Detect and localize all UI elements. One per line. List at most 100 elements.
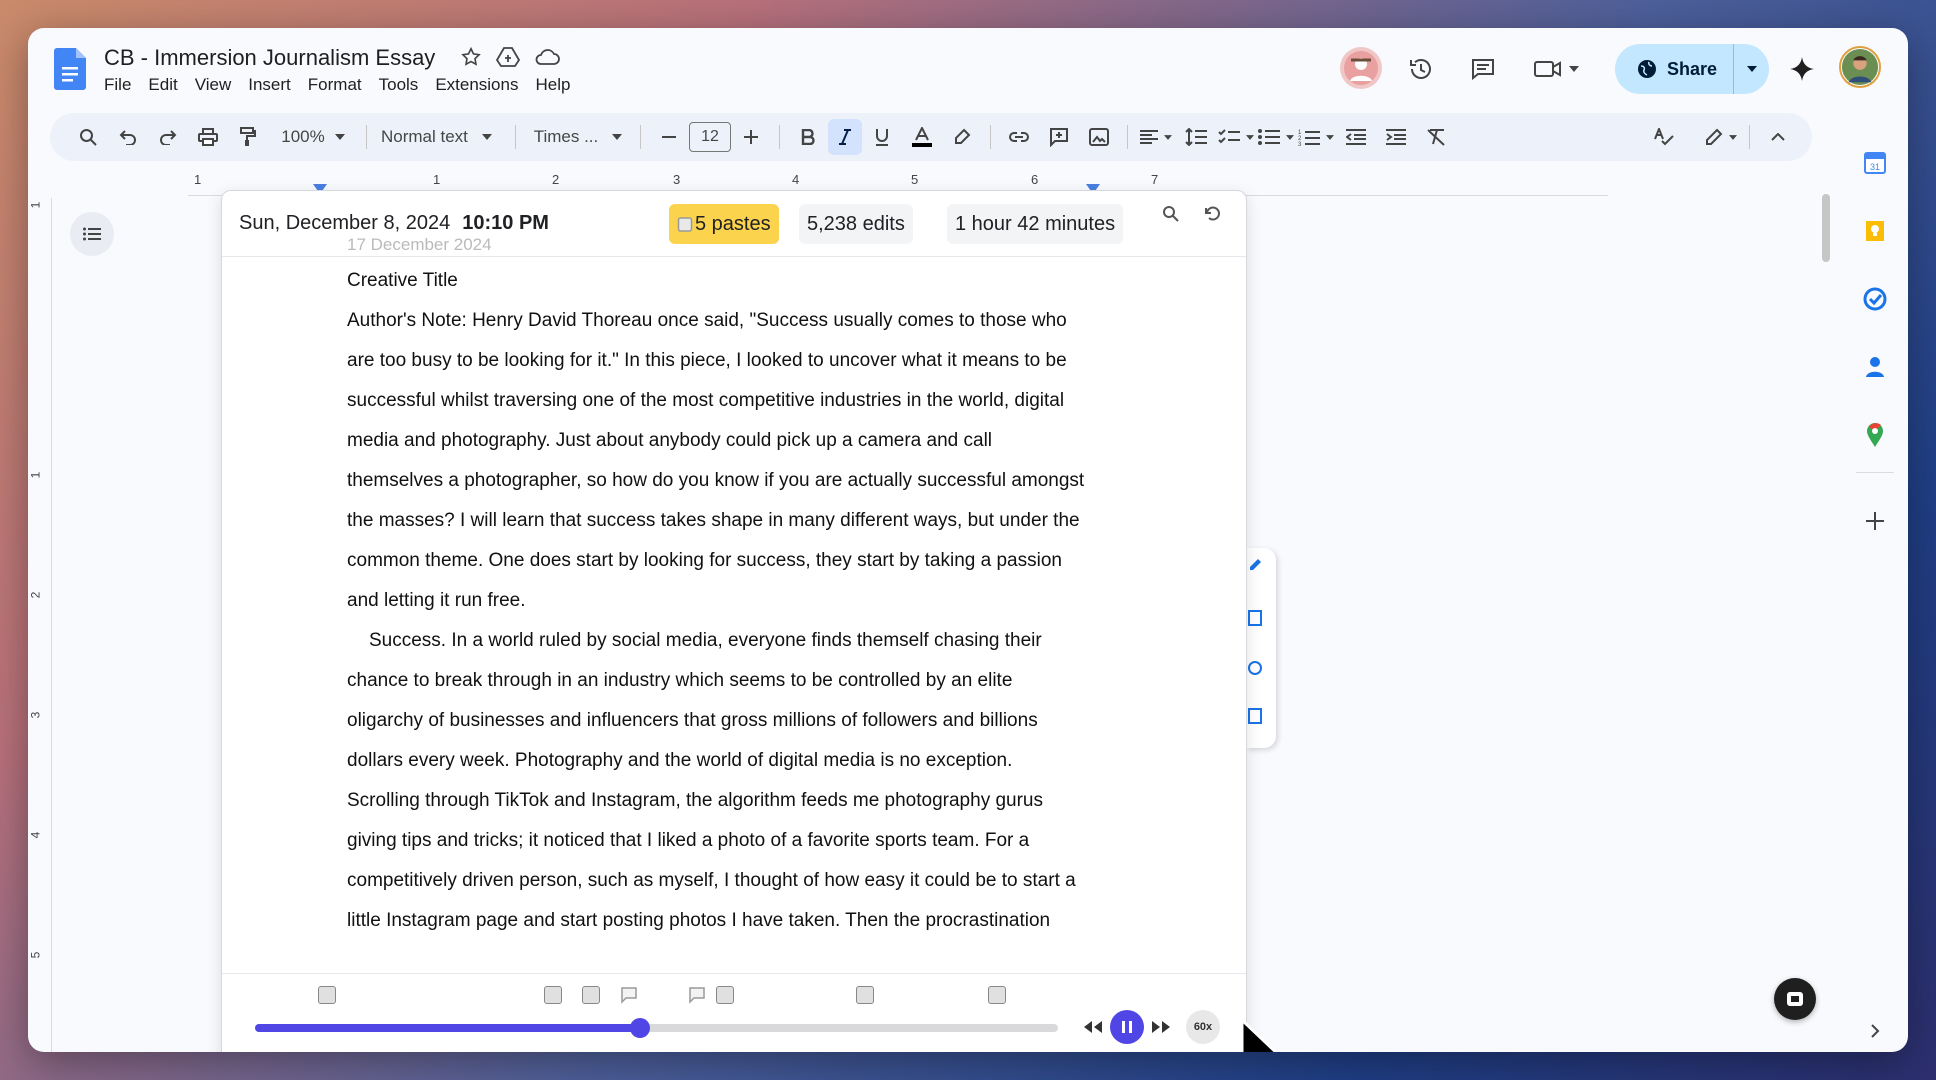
paste-marker[interactable] xyxy=(582,986,600,1004)
numbered-list-button[interactable]: 123 xyxy=(1296,119,1336,155)
maps-app-button[interactable] xyxy=(1860,420,1890,450)
comments-button[interactable] xyxy=(1462,48,1504,90)
insert-comment-button[interactable] xyxy=(1039,119,1079,155)
redo-button[interactable] xyxy=(148,119,188,155)
italic-button[interactable] xyxy=(828,119,862,155)
hide-menus-button[interactable] xyxy=(1758,119,1798,155)
menu-edit[interactable]: Edit xyxy=(148,75,177,95)
paste-marker[interactable] xyxy=(544,986,562,1004)
plus-icon xyxy=(744,130,758,144)
cloud-saved-icon[interactable] xyxy=(534,47,560,67)
paste-marker[interactable] xyxy=(856,986,874,1004)
contacts-app-button[interactable] xyxy=(1860,352,1890,382)
playback-speed-button[interactable]: 60x xyxy=(1186,1010,1220,1044)
paste-marker[interactable] xyxy=(318,986,336,1004)
font-size-input[interactable]: 12 xyxy=(689,122,731,152)
pastes-badge[interactable]: 5 pastes xyxy=(669,204,779,244)
show-side-panel-button[interactable] xyxy=(1860,1016,1890,1046)
line-spacing-button[interactable] xyxy=(1176,119,1216,155)
comment-add-icon[interactable] xyxy=(1248,610,1262,626)
print-button[interactable] xyxy=(188,119,228,155)
share-dropdown[interactable] xyxy=(1733,44,1769,94)
zoom-icon[interactable] xyxy=(1162,205,1180,223)
line-spacing-icon xyxy=(1185,128,1207,146)
comment-marker-icon[interactable] xyxy=(620,986,638,1004)
editing-mode-button[interactable] xyxy=(1701,119,1741,155)
font-select[interactable]: Times ... xyxy=(524,119,632,155)
vertical-ruler[interactable]: 1 1 2 3 4 5 xyxy=(28,198,52,1052)
decrease-indent-button[interactable] xyxy=(1336,119,1376,155)
italic-icon xyxy=(839,129,851,145)
decrease-font-size-button[interactable] xyxy=(649,119,689,155)
fast-forward-icon[interactable] xyxy=(1150,1020,1172,1034)
align-button[interactable] xyxy=(1136,119,1176,155)
keep-app-button[interactable] xyxy=(1860,216,1890,246)
paint-format-button[interactable] xyxy=(228,119,268,155)
highlight-button[interactable] xyxy=(942,119,982,155)
underline-icon xyxy=(876,129,888,146)
underline-button[interactable] xyxy=(862,119,902,155)
increase-font-size-button[interactable] xyxy=(731,119,771,155)
paste-marker[interactable] xyxy=(716,986,734,1004)
version-history-button[interactable] xyxy=(1400,48,1442,90)
pause-button[interactable] xyxy=(1110,1010,1144,1044)
suggest-edits-icon[interactable] xyxy=(1248,708,1262,724)
checklist-button[interactable] xyxy=(1216,119,1256,155)
pastes-count: 5 pastes xyxy=(695,212,771,235)
emoji-icon[interactable] xyxy=(1248,660,1262,676)
star-icon[interactable] xyxy=(460,46,482,68)
move-to-drive-icon[interactable] xyxy=(496,46,520,68)
svg-text:31: 31 xyxy=(1870,162,1880,172)
bulleted-list-button[interactable] xyxy=(1256,119,1296,155)
increase-indent-button[interactable] xyxy=(1376,119,1416,155)
paste-marker[interactable] xyxy=(988,986,1006,1004)
timeline-scrubber[interactable] xyxy=(630,1018,651,1038)
insert-image-button[interactable] xyxy=(1079,119,1119,155)
collaborator-avatar[interactable] xyxy=(1340,47,1382,89)
account-avatar[interactable] xyxy=(1839,46,1881,88)
tasks-app-button[interactable] xyxy=(1860,284,1890,314)
menu-file[interactable]: File xyxy=(104,75,131,95)
docs-logo-icon[interactable] xyxy=(54,48,86,90)
reset-icon[interactable] xyxy=(1204,205,1222,223)
toolbar-divider xyxy=(515,125,516,149)
meet-button[interactable] xyxy=(1533,58,1579,80)
menu-format[interactable]: Format xyxy=(308,75,362,95)
undo-button[interactable] xyxy=(108,119,148,155)
bulleted-list-icon xyxy=(1258,129,1280,145)
bold-button[interactable] xyxy=(788,119,828,155)
share-button[interactable]: Share xyxy=(1615,44,1769,94)
comment-marker-icon[interactable] xyxy=(688,986,706,1004)
rewind-icon[interactable] xyxy=(1082,1020,1104,1034)
add-addon-button[interactable] xyxy=(1860,506,1890,536)
search-menus-button[interactable] xyxy=(68,119,108,155)
ruler-label: 7 xyxy=(1151,172,1159,187)
globe-icon xyxy=(1638,60,1656,78)
edit-icon[interactable] xyxy=(1248,558,1262,572)
gemini-button[interactable] xyxy=(1781,48,1823,90)
ruler-label: 4 xyxy=(792,172,800,187)
text-color-button[interactable] xyxy=(902,119,942,155)
svg-text:3: 3 xyxy=(1298,142,1302,146)
menu-help[interactable]: Help xyxy=(535,75,570,95)
clear-formatting-button[interactable] xyxy=(1416,119,1456,155)
document-title[interactable]: CB - Immersion Journalism Essay xyxy=(104,45,435,71)
document-outline-button[interactable] xyxy=(70,212,114,256)
menu-insert[interactable]: Insert xyxy=(248,75,291,95)
keep-icon xyxy=(1866,221,1884,241)
document-scrollbar[interactable] xyxy=(1822,194,1830,262)
menu-view[interactable]: View xyxy=(195,75,232,95)
menu-tools[interactable]: Tools xyxy=(379,75,419,95)
toolbar-divider xyxy=(366,125,367,149)
calendar-app-button[interactable]: 31 xyxy=(1860,148,1890,178)
share-main[interactable]: Share xyxy=(1615,44,1733,94)
menu-extensions[interactable]: Extensions xyxy=(435,75,518,95)
zoom-select[interactable]: 100% xyxy=(268,119,358,155)
spelling-button[interactable] xyxy=(1644,119,1684,155)
insert-link-button[interactable] xyxy=(999,119,1039,155)
replay-timeline[interactable] xyxy=(255,1018,1058,1038)
paragraph-style-select[interactable]: Normal text xyxy=(375,119,507,155)
chevron-down-icon xyxy=(481,134,492,140)
floating-extension-button[interactable] xyxy=(1774,978,1816,1020)
